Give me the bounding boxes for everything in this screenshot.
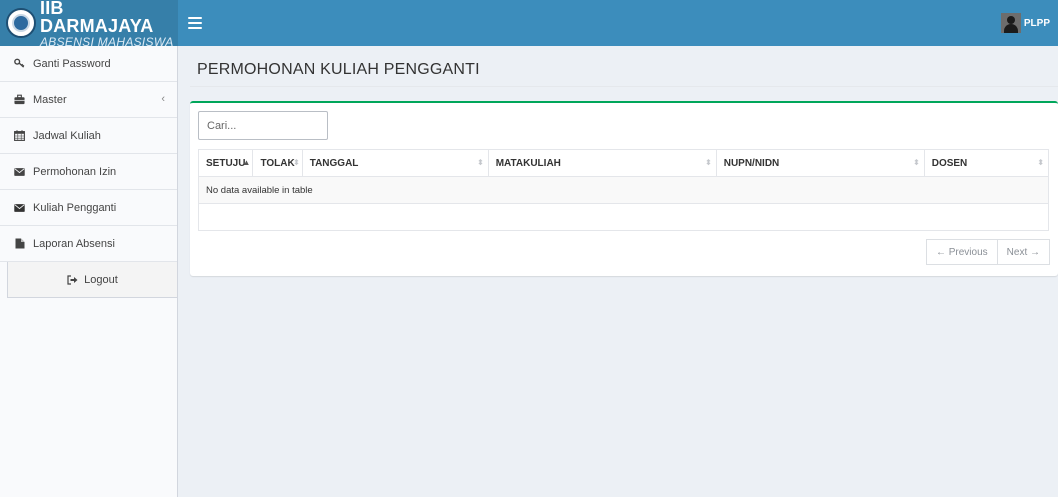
sidebar-item-kuliah-pengganti[interactable]: Kuliah Pengganti [0, 190, 177, 226]
envelope-icon [14, 166, 25, 177]
sort-icon: ⬍ [1037, 158, 1044, 167]
search-input[interactable] [198, 111, 328, 140]
empty-table-message: No data available in table [198, 176, 1049, 204]
sidebar-item-laporan-absensi[interactable]: Laporan Absensi [0, 226, 177, 262]
navbar: PLPP [178, 0, 1058, 46]
pagination: ← Previous Next → [925, 239, 1050, 265]
logo[interactable]: IIB DARMAJAYA ABSENSI MAHASISWA [0, 0, 178, 48]
sort-icon: ⬍ [705, 158, 712, 167]
column-header-tolak[interactable]: TOLAK ⬍ [252, 149, 303, 177]
calendar-icon [14, 130, 25, 141]
sidebar-item-jadwal-kuliah[interactable]: Jadwal Kuliah [0, 118, 177, 154]
sign-out-icon [67, 274, 78, 285]
sidebar-item-master[interactable]: Master ‹ [0, 82, 177, 118]
sidebar-item-label: Laporan Absensi [33, 237, 115, 250]
top-bar: IIB DARMAJAYA ABSENSI MAHASISWA PLPP [0, 0, 1058, 48]
page-title: PERMOHONAN KULIAH PENGGANTI [197, 61, 480, 78]
briefcase-icon [14, 94, 25, 105]
sidebar-item-permohonan-izin[interactable]: Permohonan Izin [0, 154, 177, 190]
sidebar: Ganti Password Master ‹ Jadwal Kuliah Pe… [0, 46, 178, 497]
table-row: No data available in table [198, 176, 1049, 204]
sidebar-toggle-icon[interactable] [188, 17, 202, 29]
sort-icon: ⬍ [913, 158, 920, 167]
next-page-button[interactable]: Next → [997, 239, 1050, 265]
user-menu[interactable]: PLPP [1000, 13, 1050, 33]
file-icon [14, 238, 25, 249]
brand-title: IIB DARMAJAYA [40, 0, 154, 36]
column-header-matakuliah[interactable]: MATAKULIAH ⬍ [487, 149, 717, 177]
title-divider [190, 86, 1058, 87]
table-header-row: SETUJU ▲ TOLAK ⬍ TANGGAL ⬍ MATAKULIAH ⬍ [197, 149, 1050, 177]
sort-icon: ⬍ [293, 158, 300, 167]
sidebar-item-label: Jadwal Kuliah [33, 129, 101, 142]
previous-page-button[interactable]: ← Previous [925, 239, 998, 265]
chevron-left-icon[interactable]: ‹ [161, 93, 165, 105]
sort-icon: ⬍ [477, 158, 484, 167]
main-content: PERMOHONAN KULIAH PENGGANTI SETUJU ▲ TOL… [179, 46, 1058, 497]
avatar [1000, 13, 1021, 33]
user-name: PLPP [1023, 17, 1050, 29]
data-box: SETUJU ▲ TOLAK ⬍ TANGGAL ⬍ MATAKULIAH ⬍ [190, 101, 1058, 276]
key-icon [14, 58, 25, 69]
column-header-nupn-nidn[interactable]: NUPN/NIDN ⬍ [715, 149, 925, 177]
envelope-icon [14, 202, 25, 213]
sort-asc-icon: ▲ [242, 158, 251, 167]
sidebar-item-label: Kuliah Pengganti [33, 201, 117, 214]
column-header-dosen[interactable]: DOSEN ⬍ [923, 149, 1050, 177]
sidebar-item-label: Ganti Password [33, 57, 111, 70]
table-footer-row [198, 203, 1049, 231]
column-header-setuju[interactable]: SETUJU ▲ [197, 149, 254, 177]
sidebar-item-label: Master [33, 93, 67, 106]
sidebar-item-ganti-password[interactable]: Ganti Password [0, 46, 177, 82]
logo-seal-icon [6, 8, 36, 38]
logout-button[interactable]: Logout [7, 262, 178, 298]
data-table: SETUJU ▲ TOLAK ⬍ TANGGAL ⬍ MATAKULIAH ⬍ [197, 149, 1050, 231]
logout-label: Logout [84, 273, 118, 286]
column-header-tanggal[interactable]: TANGGAL ⬍ [301, 149, 489, 177]
sidebar-item-label: Permohonan Izin [33, 165, 117, 178]
